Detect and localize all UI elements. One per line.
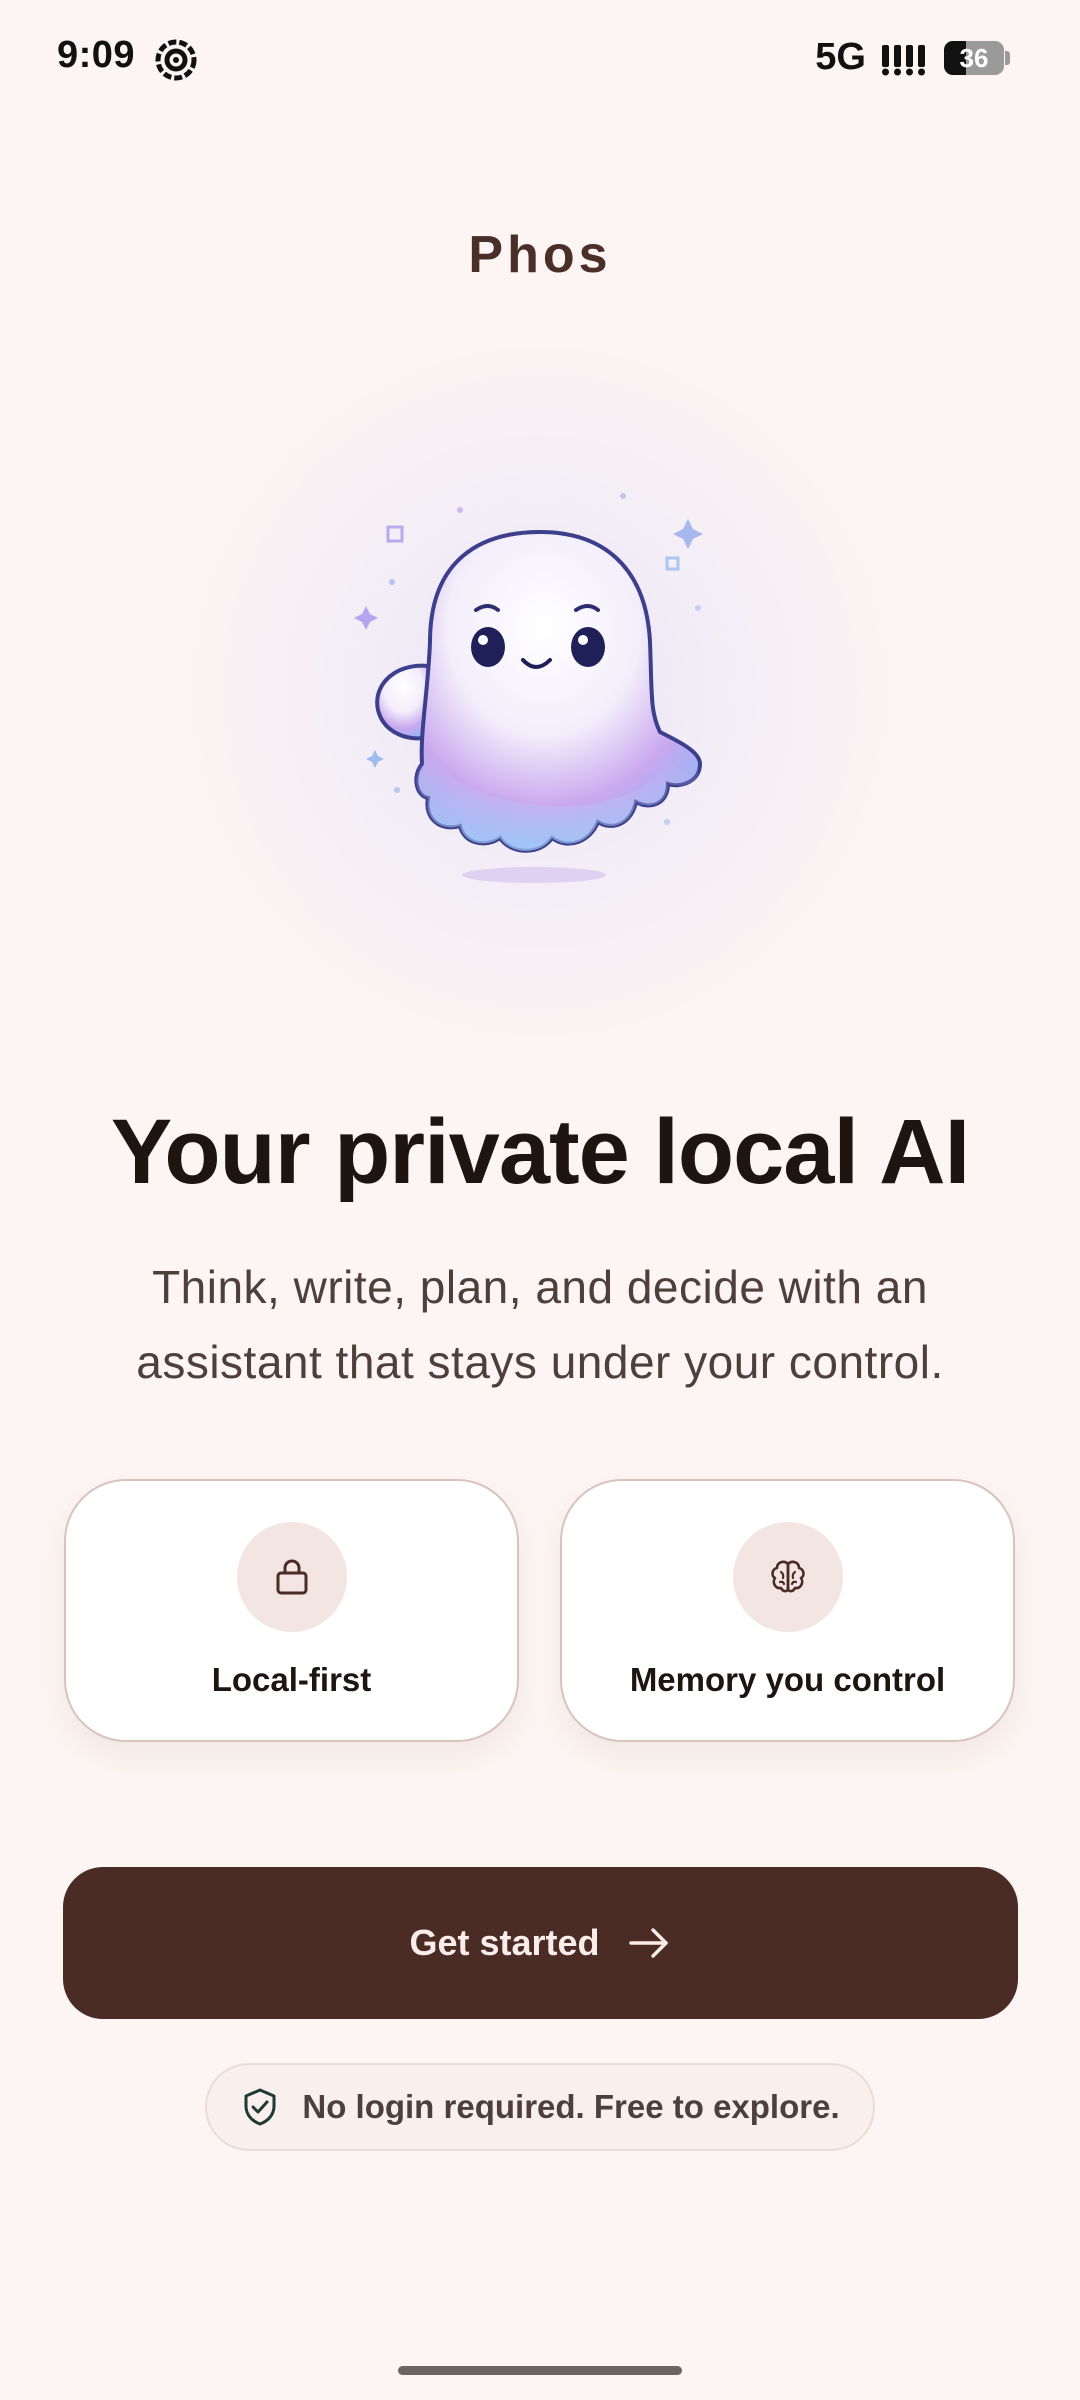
- get-started-label: Get started: [409, 1922, 600, 1963]
- battery-icon: 36: [944, 40, 1010, 75]
- shield-check-icon: [244, 2088, 276, 2126]
- arrow-right-icon: [628, 1928, 668, 1958]
- lock-icon: [276, 1559, 307, 1595]
- status-time: 9:09: [57, 34, 136, 76]
- feature-card-local-first: Local-first: [64, 1479, 519, 1742]
- network-type: 5G: [815, 36, 866, 78]
- no-login-note: No login required. Free to explore.: [205, 2063, 875, 2151]
- headline: Your private local AI: [110, 1101, 970, 1203]
- feature-icon-circle: [732, 1522, 843, 1632]
- ghost-mascot-illustration: [354, 493, 703, 883]
- status-indicators: 5G 36: [815, 36, 1010, 79]
- mascot-container: [140, 292, 940, 1092]
- feature-card-memory: Memory you control: [560, 1479, 1015, 1742]
- feature-label: Memory you control: [629, 1661, 946, 1698]
- get-started-button[interactable]: Get started: [63, 1867, 1018, 2019]
- subtitle: Think, write, plan, and decide with an a…: [136, 1261, 944, 1388]
- battery-level: 36: [959, 42, 989, 73]
- feature-label: Local-first: [211, 1661, 372, 1698]
- signal-bars-icon: [882, 44, 925, 75]
- home-indicator[interactable]: [398, 2366, 682, 2375]
- swirl-app-icon: [155, 39, 197, 81]
- brain-icon: [770, 1560, 805, 1593]
- no-login-text: No login required. Free to explore.: [302, 2088, 840, 2125]
- status-bar: 9:09 5G 36: [0, 0, 1080, 118]
- app-name: Phos: [468, 226, 612, 284]
- feature-icon-circle: [236, 1522, 347, 1632]
